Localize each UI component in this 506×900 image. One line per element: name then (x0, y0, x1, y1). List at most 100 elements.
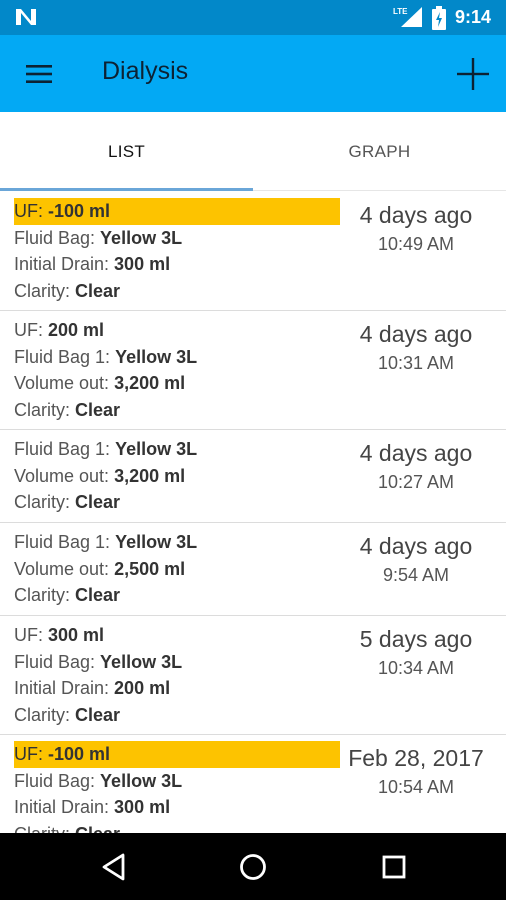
line-value: -100 ml (48, 201, 111, 221)
back-icon[interactable] (96, 849, 132, 885)
list-item[interactable]: Fluid Bag 1: Yellow 3L Volume out: 3,200… (0, 430, 506, 523)
line-value: Clear (75, 705, 121, 726)
recents-icon[interactable] (376, 849, 412, 885)
clarity-line: Clarity: Clear (14, 278, 340, 305)
initial-drain-line: Initial Drain: 200 ml (14, 675, 340, 702)
entry-day: 4 days ago (359, 202, 473, 228)
line-label: Fluid Bag 1: (14, 532, 116, 552)
entry-details: Fluid Bag 1: Yellow 3L Volume out: 3,200… (14, 436, 340, 516)
line-label: Initial Drain: (14, 797, 115, 818)
plus-icon[interactable] (452, 53, 494, 95)
lte-signal-icon: LTE (393, 7, 422, 27)
entry-timestamp: 5 days ago 10:34 AM (340, 624, 492, 682)
uf-line: UF: -100 ml (14, 741, 340, 768)
line-value: 200 ml (114, 678, 171, 699)
uf-line: UF: 200 ml (14, 317, 340, 344)
line-label: UF: (14, 320, 48, 340)
list-item[interactable]: UF: 300 ml Fluid Bag: Yellow 3L Initial … (0, 616, 506, 735)
line-label: Clarity: (14, 281, 76, 302)
line-label: Fluid Bag: (14, 227, 101, 248)
line-label: Clarity: (14, 492, 76, 513)
line-value: Yellow 3L (115, 532, 198, 552)
entry-details: UF: -100 ml Fluid Bag: Yellow 3L Initial… (14, 741, 340, 833)
uf-line: UF: -100 ml (14, 198, 340, 225)
list-item[interactable]: UF: 200 ml Fluid Bag 1: Yellow 3L Volume… (0, 311, 506, 430)
entry-time: 9:54 AM (382, 565, 450, 585)
entry-timestamp: 4 days ago 10:27 AM (340, 438, 492, 496)
tab-list[interactable]: LIST (0, 112, 253, 191)
entry-timestamp: 4 days ago 10:31 AM (340, 319, 492, 377)
clarity-line: Clarity: Clear (14, 702, 340, 729)
page-title: Dialysis (102, 57, 189, 85)
clarity-line: Clarity: Clear (14, 582, 340, 609)
fluid-bag-line: Fluid Bag 1: Yellow 3L (14, 344, 340, 371)
entry-time: 10:34 AM (377, 658, 455, 678)
hamburger-menu-icon[interactable] (22, 57, 56, 91)
fluid-bag-line: Fluid Bag: Yellow 3L (14, 768, 340, 795)
entry-details: UF: -100 ml Fluid Bag: Yellow 3L Initial… (14, 198, 340, 305)
clarity-line: Clarity: Clear (14, 397, 340, 424)
line-label: Volume out: (14, 558, 115, 579)
entry-details: Fluid Bag 1: Yellow 3L Volume out: 2,500… (14, 529, 340, 609)
line-label: UF: (14, 625, 48, 645)
volume-out-line: Volume out: 3,200 ml (14, 463, 340, 490)
line-value: 2,500 ml (114, 558, 186, 579)
volume-out-line: Volume out: 2,500 ml (14, 556, 340, 583)
entry-day: Feb 28, 2017 (348, 745, 484, 771)
home-icon[interactable] (235, 849, 271, 885)
line-value: Clear (75, 824, 120, 833)
uf-line: UF: 300 ml (14, 622, 340, 649)
clarity-line: Clarity: Clear (14, 489, 340, 516)
line-label: Initial Drain: (14, 254, 115, 275)
line-value: -100 ml (48, 744, 111, 764)
initial-drain-line: Initial Drain: 300 ml (14, 251, 340, 278)
list-item[interactable]: UF: -100 ml Fluid Bag: Yellow 3L Initial… (0, 735, 506, 833)
line-label: Initial Drain: (14, 678, 115, 699)
tab-graph[interactable]: GRAPH (253, 112, 506, 191)
line-value: Clear (75, 492, 121, 513)
line-value: Yellow 3L (100, 651, 183, 672)
fluid-bag-line: Fluid Bag: Yellow 3L (14, 225, 340, 252)
entry-time: 10:49 AM (377, 234, 455, 254)
entry-details: UF: 300 ml Fluid Bag: Yellow 3L Initial … (14, 622, 340, 729)
initial-drain-line: Initial Drain: 300 ml (14, 794, 340, 821)
entry-time: 10:31 AM (377, 353, 455, 373)
status-time: 9:14 (455, 7, 492, 27)
fluid-bag-line: Fluid Bag: Yellow 3L (14, 649, 340, 676)
line-label: Fluid Bag: (14, 651, 101, 672)
line-value: Yellow 3L (115, 439, 198, 459)
tab-selected-indicator (0, 188, 253, 191)
network-label: LTE (393, 7, 408, 16)
entry-day: 4 days ago (359, 533, 473, 559)
line-value: 3,200 ml (114, 465, 186, 486)
line-label: Volume out: (14, 373, 115, 394)
line-label: Fluid Bag: (14, 770, 101, 791)
line-value: 3,200 ml (114, 373, 186, 394)
entry-list[interactable]: UF: -100 ml Fluid Bag: Yellow 3L Initial… (0, 192, 506, 833)
list-item[interactable]: UF: -100 ml Fluid Bag: Yellow 3L Initial… (0, 192, 506, 311)
entry-time: 10:27 AM (377, 472, 455, 492)
fluid-bag-line: Fluid Bag 1: Yellow 3L (14, 529, 340, 556)
line-value: Yellow 3L (100, 770, 183, 791)
entry-timestamp: 4 days ago 9:54 AM (340, 531, 492, 589)
line-label: Fluid Bag 1: (14, 346, 116, 367)
line-label: Clarity: (14, 585, 76, 606)
volume-out-line: Volume out: 3,200 ml (14, 370, 340, 397)
battery-icon (432, 6, 446, 30)
line-value: 300 ml (114, 254, 171, 275)
line-value: 200 ml (48, 320, 105, 340)
n-logo-icon (16, 9, 36, 25)
entry-day: 4 days ago (359, 321, 473, 347)
fluid-bag-line: Fluid Bag 1: Yellow 3L (14, 436, 340, 463)
line-label: UF: (14, 201, 48, 221)
status-bar: LTE 9:14 (0, 0, 506, 35)
entry-timestamp: 4 days ago 10:49 AM (340, 200, 492, 258)
line-value: Clear (75, 585, 121, 606)
line-value: Clear (75, 281, 121, 302)
app-bar: Dialysis (0, 35, 506, 112)
navigation-bar (0, 833, 506, 900)
line-value: Clear (75, 400, 121, 421)
list-item[interactable]: Fluid Bag 1: Yellow 3L Volume out: 2,500… (0, 523, 506, 616)
line-value: Yellow 3L (100, 227, 183, 248)
line-label: Clarity: (14, 400, 76, 421)
